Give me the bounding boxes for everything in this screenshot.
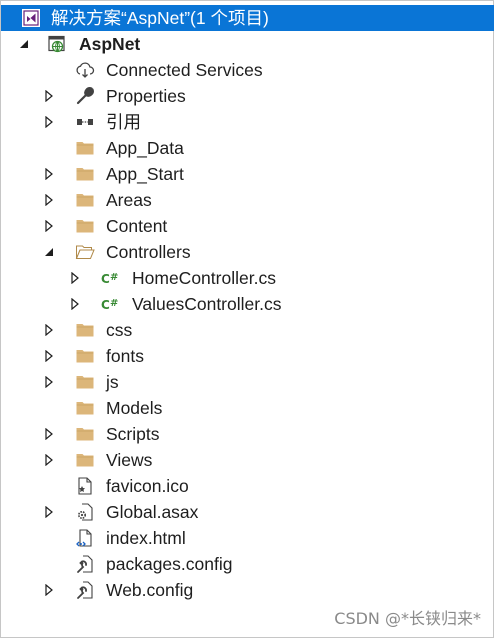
config-file-icon: [75, 580, 95, 600]
web-project-icon: [47, 34, 67, 54]
collapsed-arrow-icon[interactable]: [43, 584, 55, 596]
folder-icon: [75, 138, 95, 158]
collapsed-arrow-icon[interactable]: [43, 168, 55, 180]
tree-item-homecontroller-cs[interactable]: C # HomeController.cs: [1, 265, 494, 291]
collapsed-arrow-icon[interactable]: [43, 116, 55, 128]
tree-item-label: index.html: [106, 528, 186, 548]
folder-icon: [75, 424, 95, 444]
tree-item-label: App_Start: [106, 164, 184, 184]
svg-text:C: C: [101, 298, 110, 312]
folder-icon: [75, 372, 95, 392]
svg-text:C: C: [101, 272, 110, 286]
references-icon: [75, 112, 95, 132]
folder-icon: [75, 346, 95, 366]
tree-item-label: Connected Services: [106, 60, 263, 80]
tree-item-scripts[interactable]: Scripts: [1, 421, 494, 447]
tree-item-item[interactable]: 引用: [1, 109, 494, 135]
tree-item-label: css: [106, 320, 133, 340]
collapsed-arrow-icon[interactable]: [43, 220, 55, 232]
tree-item-web-config[interactable]: Web.config: [1, 577, 494, 603]
tree-item-global-asax[interactable]: Global.asax: [1, 499, 494, 525]
tree-item-favicon-ico[interactable]: favicon.ico: [1, 473, 494, 499]
collapsed-arrow-icon[interactable]: [43, 454, 55, 466]
tree-item-label: Models: [106, 398, 163, 418]
tree-item-app-data[interactable]: App_Data: [1, 135, 494, 161]
collapsed-arrow-icon[interactable]: [43, 324, 55, 336]
collapsed-arrow-icon[interactable]: [69, 272, 81, 284]
solution-tree: 解决方案“AspNet”(1 个项目) AspNet Connected Ser…: [1, 5, 494, 603]
solution-label: 解决方案“AspNet”(1 个项目): [51, 8, 269, 28]
project-label: AspNet: [79, 34, 141, 54]
collapsed-arrow-icon[interactable]: [43, 90, 55, 102]
tree-item-views[interactable]: Views: [1, 447, 494, 473]
tree-item-fonts[interactable]: fonts: [1, 343, 494, 369]
folder-icon: [75, 216, 95, 236]
tree-item-label: HomeController.cs: [132, 268, 276, 288]
html-file-icon: [75, 528, 95, 548]
tree-item-areas[interactable]: Areas: [1, 187, 494, 213]
asax-gear-file-icon: [75, 502, 95, 522]
folder-icon: [75, 164, 95, 184]
tree-item-label: Controllers: [106, 242, 191, 262]
tree-item-valuescontroller-cs[interactable]: C # ValuesController.cs: [1, 291, 494, 317]
folder-icon: [75, 450, 95, 470]
tree-item-label: Scripts: [106, 424, 160, 444]
expanded-arrow-icon[interactable]: [43, 246, 55, 258]
tree-item-label: App_Data: [106, 138, 184, 158]
tree-item-models[interactable]: Models: [1, 395, 494, 421]
tree-item-label: 引用: [106, 112, 141, 132]
solution-node[interactable]: 解决方案“AspNet”(1 个项目): [1, 5, 494, 31]
config-file-icon: [75, 554, 95, 574]
tree-item-label: Global.asax: [106, 502, 199, 522]
svg-text:#: #: [110, 298, 118, 309]
project-node[interactable]: AspNet: [1, 31, 494, 57]
tree-item-js[interactable]: js: [1, 369, 494, 395]
visual-studio-solution-icon: [21, 8, 41, 28]
watermark-text: CSDN @*长铗归来*: [334, 609, 481, 628]
solution-explorer-panel: 解决方案“AspNet”(1 个项目) AspNet Connected Ser…: [0, 0, 494, 638]
tree-item-app-start[interactable]: App_Start: [1, 161, 494, 187]
collapsed-arrow-icon[interactable]: [43, 350, 55, 362]
svg-text:#: #: [110, 272, 118, 283]
collapsed-arrow-icon[interactable]: [43, 194, 55, 206]
csharp-file-icon: C #: [101, 268, 121, 288]
tree-item-connected-services[interactable]: Connected Services: [1, 57, 494, 83]
folder-icon: [75, 398, 95, 418]
tree-item-label: js: [106, 372, 119, 392]
folder-open-icon: [75, 242, 95, 262]
tree-item-index-html[interactable]: index.html: [1, 525, 494, 551]
tree-item-packages-config[interactable]: packages.config: [1, 551, 494, 577]
tree-item-css[interactable]: css: [1, 317, 494, 343]
wrench-icon: [75, 86, 95, 106]
tree-item-label: fonts: [106, 346, 144, 366]
collapsed-arrow-icon[interactable]: [43, 428, 55, 440]
expanded-arrow-icon[interactable]: [18, 38, 30, 50]
tree-item-label: Areas: [106, 190, 152, 210]
tree-item-label: ValuesController.cs: [132, 294, 282, 314]
folder-icon: [75, 190, 95, 210]
connected-services-icon: [75, 60, 95, 80]
tree-item-label: Content: [106, 216, 168, 236]
tree-item-label: packages.config: [106, 554, 233, 574]
tree-item-label: Web.config: [106, 580, 194, 600]
tree-item-label: favicon.ico: [106, 476, 189, 496]
tree-item-label: Views: [106, 450, 153, 470]
folder-icon: [75, 320, 95, 340]
collapsed-arrow-icon[interactable]: [43, 376, 55, 388]
csharp-file-icon: C #: [101, 294, 121, 314]
tree-item-label: Properties: [106, 86, 186, 106]
collapsed-arrow-icon[interactable]: [43, 506, 55, 518]
tree-item-content[interactable]: Content: [1, 213, 494, 239]
tree-item-properties[interactable]: Properties: [1, 83, 494, 109]
collapsed-arrow-icon[interactable]: [69, 298, 81, 310]
image-file-icon: [75, 476, 95, 496]
tree-item-controllers[interactable]: Controllers: [1, 239, 494, 265]
